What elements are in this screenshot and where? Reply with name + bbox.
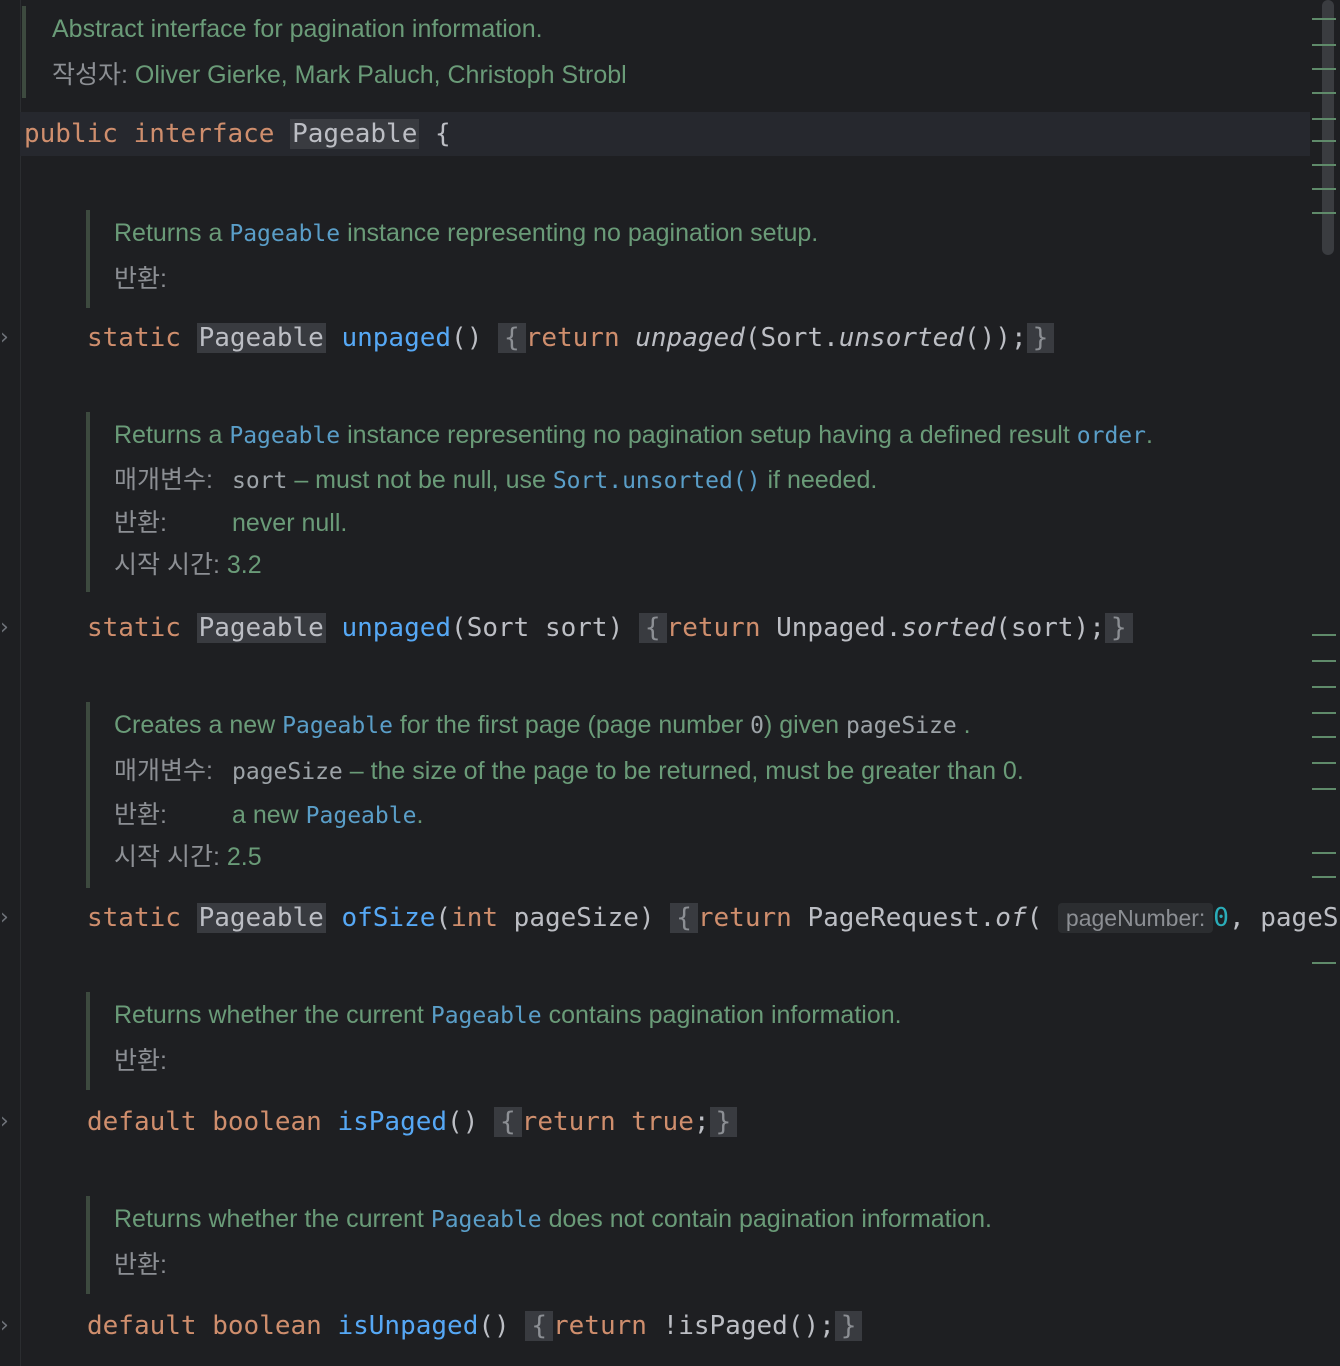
folded-brace-open[interactable]: { (670, 903, 698, 933)
folded-brace-close[interactable]: } (1104, 613, 1133, 643)
doc-link-order[interactable]: order (1077, 423, 1146, 449)
scroll-marker (1312, 44, 1336, 46)
scroll-marker (1312, 18, 1336, 20)
chevron-right-icon[interactable]: › (0, 614, 14, 642)
doc-line: 반환: never null. (114, 502, 1153, 544)
scroll-marker (1312, 188, 1336, 190)
folded-brace-close[interactable]: } (1026, 323, 1055, 353)
scroll-marker (1312, 118, 1336, 120)
folded-brace-open[interactable]: { (525, 1311, 553, 1341)
folded-brace-open[interactable]: { (638, 613, 667, 643)
doc-link-sort-unsorted[interactable]: Sort.unsorted() (553, 468, 761, 494)
doc-line: 반환: (114, 1251, 167, 1279)
scroll-marker (1312, 634, 1336, 636)
doc-link-pageable[interactable]: Pageable (431, 1207, 542, 1233)
doc-line: Returns whether the current Pageable doe… (114, 1205, 992, 1233)
return-type: Pageable (196, 903, 326, 933)
doc-link-pageable[interactable]: Pageable (229, 221, 340, 247)
return-type: Pageable (196, 323, 326, 353)
method-name[interactable]: unpaged (341, 613, 451, 643)
class-name[interactable]: Pageable (290, 119, 420, 149)
keyword-return: return (525, 323, 620, 353)
doc-link-pageable[interactable]: Pageable (282, 713, 393, 739)
doc-since-label: 시작 시간: (114, 551, 220, 579)
chevron-right-icon[interactable]: › (0, 904, 14, 932)
method-declaration-ofsize[interactable]: static Pageable ofSize(int pageSize) {re… (87, 894, 1339, 942)
method-name[interactable]: isPaged (337, 1107, 447, 1137)
scroll-marker (1312, 92, 1336, 94)
number-literal: 0 (1213, 903, 1229, 933)
open-brace: { (435, 119, 451, 149)
scroll-marker (1312, 962, 1336, 964)
scroll-marker (1312, 212, 1336, 214)
doc-link-pageable[interactable]: Pageable (431, 1003, 542, 1029)
class-doc-comment: Abstract interface for pagination inform… (22, 6, 952, 98)
scroll-marker (1312, 68, 1336, 70)
folded-brace-close[interactable]: } (709, 1107, 738, 1137)
doc-returns-label: 반환: (114, 509, 167, 537)
scrollbar-thumb[interactable] (1322, 0, 1334, 255)
scroll-marker (1312, 712, 1336, 714)
keyword-interface: interface (133, 119, 275, 149)
call-unpaged: unpaged (635, 323, 745, 353)
doc-description: Abstract interface for pagination inform… (52, 15, 543, 43)
method-params: () (451, 323, 483, 353)
method-doc-comment: Returns whether the current Pageable con… (86, 992, 902, 1090)
method-doc-comment: Returns a Pageable instance representing… (86, 210, 818, 308)
method-declaration-ispaged[interactable]: default boolean isPaged() {return true;} (87, 1098, 738, 1146)
doc-line: 시작 시간: 3.2 (114, 551, 262, 579)
vertical-scrollbar[interactable] (1312, 0, 1340, 1366)
keyword-static: static (87, 323, 181, 353)
doc-author-label: 작성자: (52, 61, 128, 89)
scroll-marker (1312, 660, 1336, 662)
doc-line: 작성자: Oliver Gierke, Mark Paluch, Christo… (52, 52, 952, 98)
keyword-public: public (24, 119, 118, 149)
doc-line: 반환: a new Pageable. (114, 801, 424, 829)
method-doc-comment: Returns a Pageable instance representing… (86, 412, 1153, 592)
chevron-right-icon[interactable]: › (0, 324, 14, 352)
doc-authors: Oliver Gierke, Mark Paluch, Christoph St… (134, 61, 627, 89)
parameter-hint: pageNumber: (1057, 903, 1214, 933)
scroll-marker (1312, 686, 1336, 688)
method-doc-comment: Creates a new Pageable for the first pag… (86, 702, 1024, 888)
scroll-marker (1312, 876, 1336, 878)
doc-link-pageable[interactable]: Pageable (306, 803, 417, 829)
doc-line: Returns a Pageable instance representing… (114, 219, 819, 247)
scroll-marker (1312, 852, 1336, 854)
method-declaration-unpaged-sort[interactable]: static Pageable unpaged(Sort sort) {retu… (87, 604, 1133, 652)
doc-params-label: 매개변수: (114, 466, 213, 494)
scroll-marker (1312, 164, 1336, 166)
folded-brace-open[interactable]: { (494, 1107, 522, 1137)
scroll-marker (1312, 762, 1336, 764)
chevron-right-icon[interactable]: › (0, 1312, 14, 1340)
doc-line: 반환: (114, 256, 818, 302)
doc-line: 매개변수: sort – must not be null, use Sort.u… (114, 458, 1153, 502)
doc-line: Returns whether the current Pageable con… (114, 1001, 902, 1029)
method-doc-comment: Returns whether the current Pageable doe… (86, 1196, 992, 1294)
doc-returns-label: 반환: (114, 265, 167, 293)
method-declaration-isunpaged[interactable]: default boolean isUnpaged() {return !isP… (87, 1302, 863, 1350)
method-name[interactable]: ofSize (341, 903, 435, 933)
doc-link-pageable[interactable]: Pageable (229, 423, 340, 449)
scroll-marker (1312, 736, 1336, 738)
class-declaration[interactable]: public interface Pageable { (24, 110, 451, 158)
call-unsorted: unsorted (838, 323, 964, 353)
method-name[interactable]: unpaged (341, 323, 451, 353)
editor-gutter (0, 0, 21, 1366)
method-declaration-unpaged[interactable]: static Pageable unpaged() {return unpage… (87, 314, 1055, 362)
doc-line: Creates a new Pageable for the first pag… (114, 711, 971, 739)
return-type: Pageable (196, 613, 326, 643)
folded-brace-close[interactable]: } (834, 1311, 863, 1341)
doc-line: Returns a Pageable instance representing… (114, 421, 1153, 449)
doc-line: 시작 시간: 2.5 (114, 843, 262, 871)
scroll-marker (1312, 140, 1336, 142)
doc-line: 매개변수: pageSize – the size of the page to … (114, 757, 1024, 785)
doc-line: 반환: (114, 1047, 167, 1075)
scroll-marker (1312, 788, 1336, 790)
chevron-right-icon[interactable]: › (0, 1108, 14, 1136)
folded-brace-open[interactable]: { (498, 323, 526, 353)
doc-line: Abstract interface for pagination inform… (52, 6, 952, 52)
method-name[interactable]: isUnpaged (337, 1311, 478, 1341)
